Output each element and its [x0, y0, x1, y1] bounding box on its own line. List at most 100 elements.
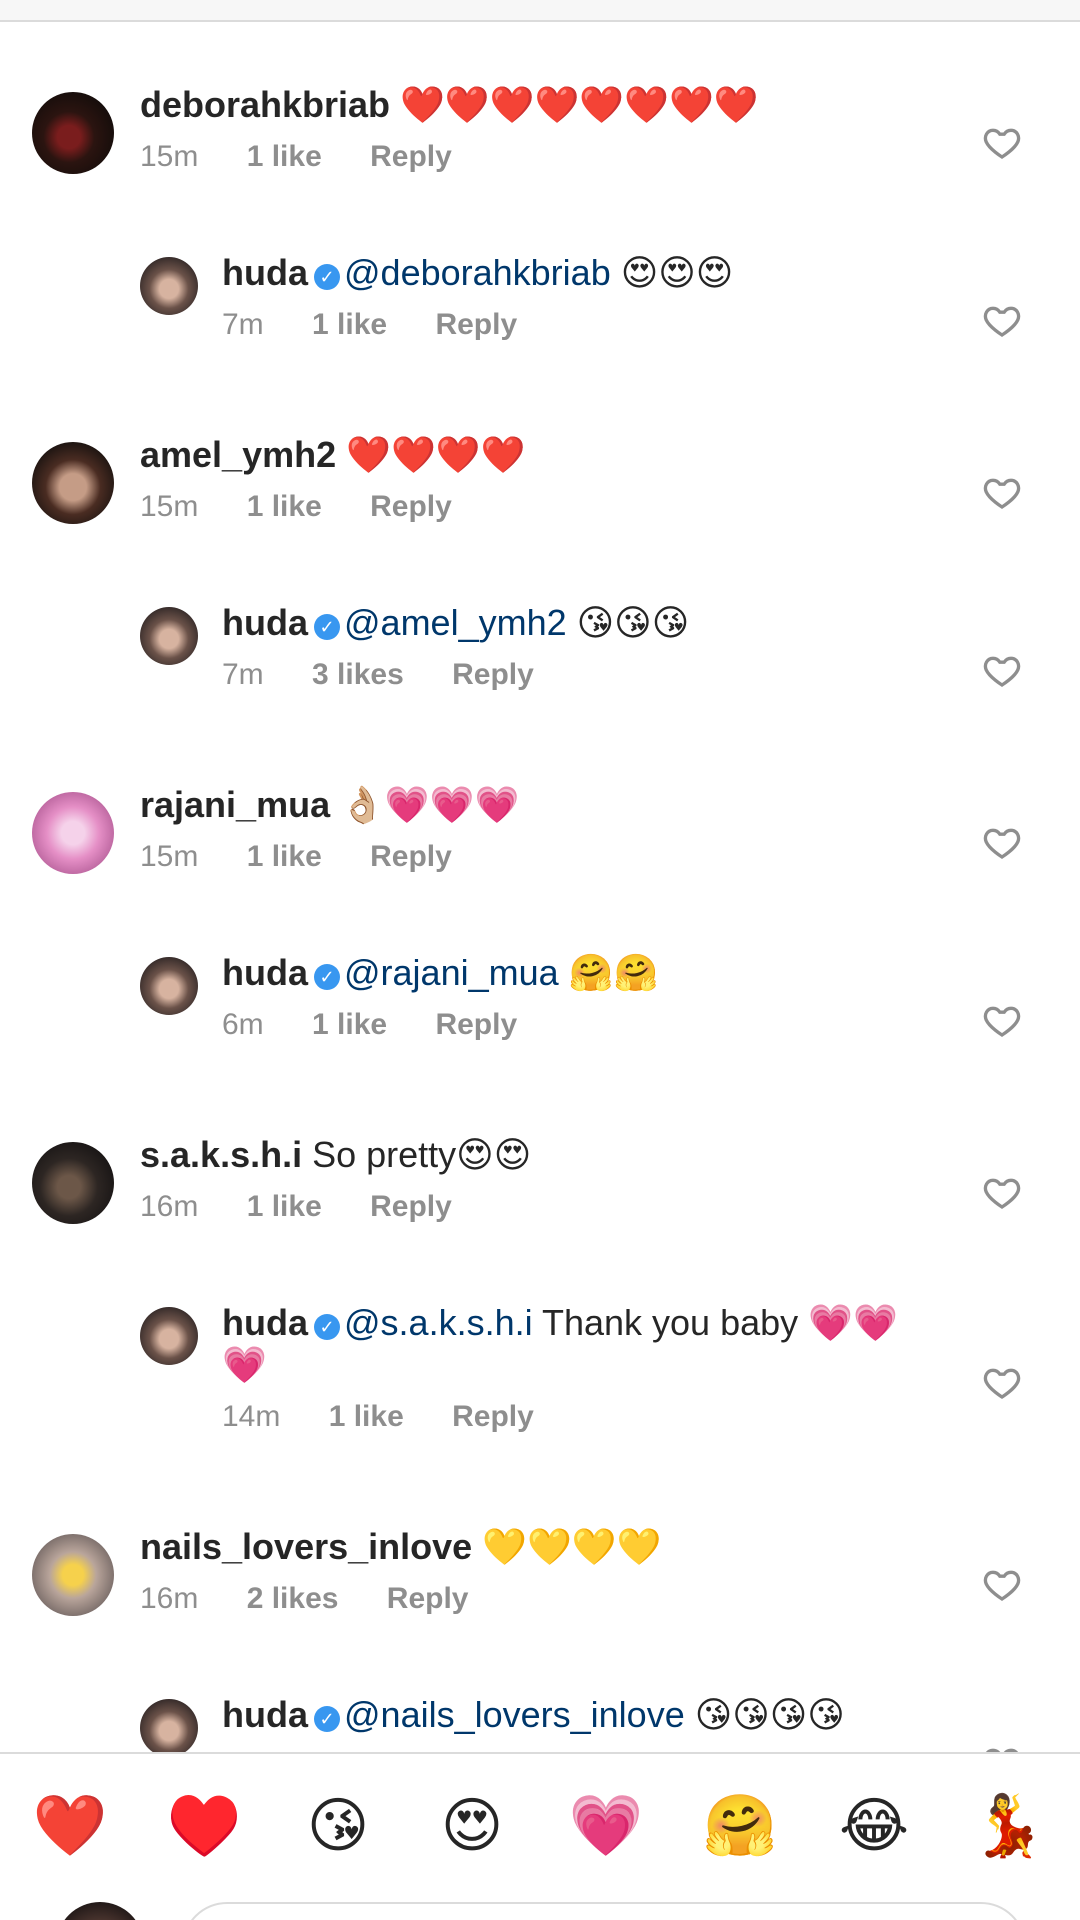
comment-text: 💛💛💛💛: [472, 1526, 662, 1567]
comment-time: 15m: [140, 840, 199, 873]
reply-button[interactable]: Reply: [370, 140, 452, 173]
comment-username[interactable]: amel_ymh2: [140, 434, 336, 475]
comment-text: 🤗🤗: [558, 952, 659, 993]
comment-meta: 15m 1 like Reply: [140, 840, 930, 874]
heart-outline-icon[interactable]: [982, 1172, 1022, 1212]
comment-username[interactable]: huda: [222, 1302, 308, 1343]
comment-username[interactable]: huda: [222, 1694, 308, 1735]
comment-likes[interactable]: 1 like: [312, 308, 387, 341]
reply-button[interactable]: Reply: [435, 1008, 517, 1041]
heart-outline-icon[interactable]: [982, 1000, 1022, 1040]
comment-body: huda ✓ @deborahkbriab 😍😍😍 7m 1 like Reply: [222, 252, 922, 342]
heart-outline-icon[interactable]: [982, 122, 1022, 162]
emoji-kissing-face[interactable]: 😘: [290, 1778, 386, 1874]
avatar[interactable]: [140, 1699, 198, 1752]
comment-body: huda ✓ @nails_lovers_inlove 😘😘😘😘: [222, 1694, 922, 1736]
comment-body: deborahkbriab ❤️❤️❤️❤️❤️❤️❤️❤️ 15m 1 lik…: [140, 84, 930, 174]
comment-item: nails_lovers_inlove 💛💛💛💛 16m 2 likes Rep…: [0, 1464, 1080, 1639]
comment-list[interactable]: deborahkbriab ❤️❤️❤️❤️❤️❤️❤️❤️ 15m 1 lik…: [0, 22, 1080, 1752]
emoji-growing-heart[interactable]: 💗: [558, 1778, 654, 1874]
reply-button[interactable]: Reply: [435, 308, 517, 341]
verified-badge-icon: ✓: [314, 964, 340, 990]
avatar[interactable]: [32, 442, 114, 524]
comment-likes[interactable]: 1 like: [247, 140, 322, 173]
emoji-red-heart[interactable]: ❤️: [22, 1778, 118, 1874]
mention-link[interactable]: @s.a.k.s.h.i: [344, 1302, 533, 1343]
avatar[interactable]: [32, 1534, 114, 1616]
comment-item: s.a.k.s.h.i So pretty😍😍 16m 1 like Reply: [0, 1072, 1080, 1247]
comment-input-area: [0, 1892, 1080, 1920]
comment-username[interactable]: nails_lovers_inlove: [140, 1526, 472, 1567]
verified-badge-icon: ✓: [314, 1314, 340, 1340]
comment-username[interactable]: rajani_mua: [140, 784, 330, 825]
reply-item: huda ✓ @deborahkbriab 😍😍😍 7m 1 like Reply: [0, 197, 1080, 372]
comment-time: 7m: [222, 658, 264, 691]
comment-time: 15m: [140, 140, 199, 173]
avatar[interactable]: [140, 607, 198, 665]
comment-time: 16m: [140, 1190, 199, 1223]
comment-username[interactable]: deborahkbriab: [140, 84, 390, 125]
emoji-hugging-face[interactable]: 🤗: [692, 1778, 788, 1874]
comment-text: So pretty😍😍: [302, 1134, 532, 1175]
comment-item: amel_ymh2 ❤️❤️❤️❤️ 15m 1 like Reply: [0, 372, 1080, 547]
heart-outline-icon[interactable]: [982, 650, 1022, 690]
emoji-tears-of-joy[interactable]: 😂: [826, 1778, 922, 1874]
comment-text: 😘😘😘: [566, 602, 690, 643]
comment-time: 7m: [222, 308, 264, 341]
comment-item: deborahkbriab ❤️❤️❤️❤️❤️❤️❤️❤️ 15m 1 lik…: [0, 22, 1080, 197]
comment-time: 14m: [222, 1400, 281, 1433]
reply-button[interactable]: Reply: [387, 1582, 469, 1615]
comment-likes[interactable]: 1 like: [247, 490, 322, 523]
avatar[interactable]: [140, 957, 198, 1015]
heart-outline-icon[interactable]: [982, 1362, 1022, 1402]
comment-username[interactable]: huda: [222, 252, 308, 293]
heart-outline-icon[interactable]: [982, 1564, 1022, 1604]
comment-likes[interactable]: 1 like: [312, 1008, 387, 1041]
comment-body: huda ✓ @amel_ymh2 😘😘😘 7m 3 likes Reply: [222, 602, 922, 692]
comment-input[interactable]: [182, 1902, 1026, 1920]
avatar[interactable]: [140, 1307, 198, 1365]
mention-link[interactable]: @rajani_mua: [344, 952, 559, 993]
verified-badge-icon: ✓: [314, 264, 340, 290]
comment-likes[interactable]: 3 likes: [312, 658, 404, 691]
comment-meta: 7m 1 like Reply: [222, 308, 922, 342]
heart-outline-icon[interactable]: [982, 822, 1022, 862]
quick-emoji-bar: ❤️ ♥️ 😘 😍 💗 🤗 😂 💃: [0, 1752, 1080, 1894]
comment-likes[interactable]: 1 like: [247, 840, 322, 873]
reply-item: huda ✓ @nails_lovers_inlove 😘😘😘😘: [0, 1639, 1080, 1752]
reply-button[interactable]: Reply: [452, 1400, 534, 1433]
comment-time: 6m: [222, 1008, 264, 1041]
mention-link[interactable]: @nails_lovers_inlove: [344, 1694, 685, 1735]
comment-meta: 16m 2 likes Reply: [140, 1582, 930, 1616]
reply-button[interactable]: Reply: [370, 490, 452, 523]
heart-outline-icon[interactable]: [982, 1742, 1022, 1752]
comment-username[interactable]: huda: [222, 952, 308, 993]
comment-username[interactable]: s.a.k.s.h.i: [140, 1134, 302, 1175]
comment-body: nails_lovers_inlove 💛💛💛💛 16m 2 likes Rep…: [140, 1526, 930, 1616]
emoji-heart-suit[interactable]: ♥️: [156, 1778, 252, 1874]
verified-badge-icon: ✓: [314, 614, 340, 640]
comment-likes[interactable]: 1 like: [247, 1190, 322, 1223]
heart-outline-icon[interactable]: [982, 472, 1022, 512]
reply-item: huda ✓ @amel_ymh2 😘😘😘 7m 3 likes Reply: [0, 547, 1080, 722]
heart-outline-icon[interactable]: [982, 300, 1022, 340]
comment-likes[interactable]: 2 likes: [247, 1582, 339, 1615]
avatar[interactable]: [32, 792, 114, 874]
avatar[interactable]: [32, 92, 114, 174]
reply-button[interactable]: Reply: [370, 1190, 452, 1223]
comment-body: huda ✓ @s.a.k.s.h.i Thank you baby 💗💗💗 14m…: [222, 1302, 922, 1434]
reply-button[interactable]: Reply: [370, 840, 452, 873]
comment-item: rajani_mua 👌🏼💗💗💗 15m 1 like Reply: [0, 722, 1080, 897]
comment-likes[interactable]: 1 like: [329, 1400, 404, 1433]
comment-meta: 15m 1 like Reply: [140, 490, 930, 524]
reply-button[interactable]: Reply: [452, 658, 534, 691]
emoji-dancer[interactable]: 💃: [960, 1778, 1056, 1874]
comment-username[interactable]: huda: [222, 602, 308, 643]
emoji-heart-eyes[interactable]: 😍: [424, 1778, 520, 1874]
comment-meta: 15m 1 like Reply: [140, 140, 930, 174]
mention-link[interactable]: @amel_ymh2: [344, 602, 567, 643]
avatar[interactable]: [140, 257, 198, 315]
verified-badge-icon: ✓: [314, 1706, 340, 1732]
avatar[interactable]: [32, 1142, 114, 1224]
mention-link[interactable]: @deborahkbriab: [344, 252, 611, 293]
